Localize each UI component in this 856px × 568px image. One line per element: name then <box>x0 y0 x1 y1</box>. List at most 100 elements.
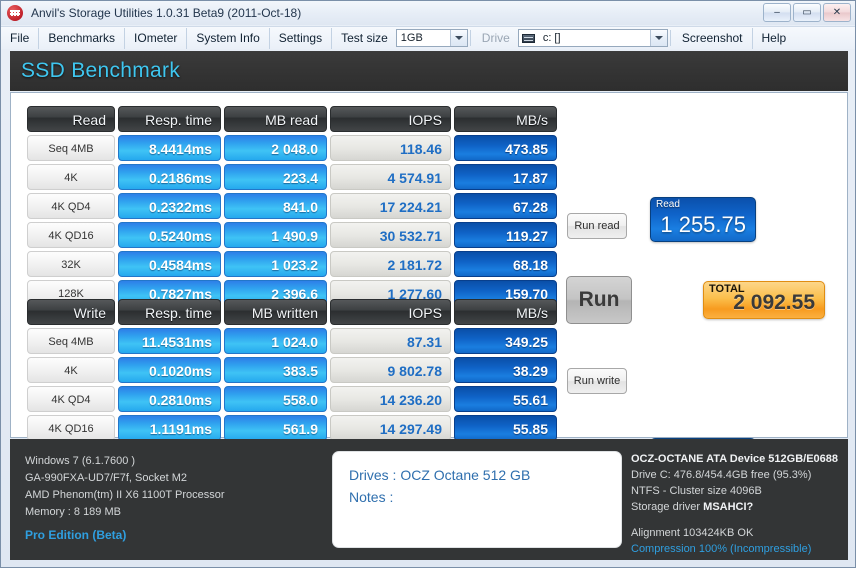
read-score-label: Read <box>656 199 680 210</box>
row-label: 4K <box>27 357 115 383</box>
run-button[interactable]: Run <box>566 276 632 324</box>
cell-iops: 2 181.72 <box>330 251 451 277</box>
read-score-box: Read 1 255.75 <box>650 197 756 242</box>
row-label: 4K QD4 <box>27 193 115 219</box>
drive-driver: Storage driver MSAHCI? <box>631 499 856 515</box>
chevron-down-icon[interactable] <box>649 30 667 46</box>
read-results-table: Read Resp. time MB read IOPS MB/s Seq 4M… <box>27 106 557 309</box>
cell-iops: 87.31 <box>330 328 451 354</box>
system-os: Windows 7 (6.1.7600 ) <box>25 455 136 467</box>
cell-mbs: 38.29 <box>454 357 557 383</box>
system-info: Windows 7 (6.1.7600 ) GA-990FXA-UD7/F7f,… <box>25 453 225 521</box>
notes-box[interactable]: Drives : OCZ Octane 512 GB Notes : <box>332 451 622 548</box>
cell-mbs: 68.18 <box>454 251 557 277</box>
system-board: GA-990FXA-UD7/F7f, Socket M2 <box>25 472 187 484</box>
menu-bar: File Benchmarks IOmeter System Info Sett… <box>1 26 855 49</box>
table-row: Seq 4MB 11.4531ms 1 024.0 87.31 349.25 <box>27 328 557 354</box>
drive-icon <box>521 33 535 43</box>
column-header-mbs: MB/s <box>454 299 557 325</box>
cell-mb-written: 1 024.0 <box>224 328 327 354</box>
row-label: 4K QD16 <box>27 415 115 441</box>
menu-item-settings[interactable]: Settings <box>270 27 333 49</box>
cell-mbs: 349.25 <box>454 328 557 354</box>
close-icon: ✕ <box>832 6 842 18</box>
row-label: 4K QD16 <box>27 222 115 248</box>
table-row: 4K 0.2186ms 223.4 4 574.91 17.87 <box>27 164 557 190</box>
menu-item-iometer[interactable]: IOmeter <box>125 27 188 49</box>
drive-compression: Compression 100% (Incompressible) <box>631 543 812 555</box>
menu-item-file[interactable]: File <box>1 27 40 49</box>
test-size-select[interactable]: 1GB <box>395 29 468 47</box>
cell-mb-written: 558.0 <box>224 386 327 412</box>
menu-item-benchmarks[interactable]: Benchmarks <box>39 27 126 49</box>
title-bar: Anvil's Storage Utilities 1.0.31 Beta9 (… <box>1 1 855 25</box>
table-header-row: Read Resp. time MB read IOPS MB/s <box>27 106 557 132</box>
screenshot-button[interactable]: Screenshot <box>673 27 753 49</box>
row-label: 4K QD4 <box>27 386 115 412</box>
read-score-value: 1 255.75 <box>660 212 746 237</box>
cell-resp-time: 0.1020ms <box>118 357 221 383</box>
run-read-button[interactable]: Run read <box>567 213 627 239</box>
application-window: Anvil's Storage Utilities 1.0.31 Beta9 (… <box>0 0 856 568</box>
column-header-mb-read: MB read <box>224 106 327 132</box>
cell-mb-read: 2 048.0 <box>224 135 327 161</box>
cell-mbs: 55.61 <box>454 386 557 412</box>
cell-resp-time: 0.4584ms <box>118 251 221 277</box>
maximize-button[interactable]: ▭ <box>793 3 821 22</box>
cell-resp-time: 0.2186ms <box>118 164 221 190</box>
table-row: 4K QD4 0.2810ms 558.0 14 236.20 55.61 <box>27 386 557 412</box>
column-header-iops: IOPS <box>330 106 451 132</box>
cell-resp-time: 0.5240ms <box>118 222 221 248</box>
test-size-value: 1GB <box>400 32 423 44</box>
cell-mbs: 17.87 <box>454 164 557 190</box>
write-results-table: Write Resp. time MB written IOPS MB/s Se… <box>27 299 557 444</box>
drive-select[interactable]: c: [] <box>517 29 668 47</box>
driver-label: Storage driver <box>631 501 701 513</box>
cell-resp-time: 1.1191ms <box>118 415 221 441</box>
notes-line: Notes : <box>349 489 394 505</box>
cell-mb-written: 383.5 <box>224 357 327 383</box>
column-header-resp-time: Resp. time <box>118 106 221 132</box>
row-label: Seq 4MB <box>27 328 115 354</box>
total-score-value: 2 092.55 <box>733 291 815 314</box>
column-header-iops: IOPS <box>330 299 451 325</box>
close-button[interactable]: ✕ <box>823 3 851 22</box>
cell-resp-time: 8.4414ms <box>118 135 221 161</box>
cell-iops: 118.46 <box>330 135 451 161</box>
cell-mbs: 55.85 <box>454 415 557 441</box>
edition-label: Pro Edition (Beta) <box>25 528 127 542</box>
column-header-mbs: MB/s <box>454 106 557 132</box>
table-row: 32K 0.4584ms 1 023.2 2 181.72 68.18 <box>27 251 557 277</box>
column-header-read: Read <box>27 106 115 132</box>
drive-model: OCZ-OCTANE ATA Device 512GB/E0688 <box>631 453 839 465</box>
cell-mb-read: 1 023.2 <box>224 251 327 277</box>
cell-iops: 9 802.78 <box>330 357 451 383</box>
toolbar-separator <box>669 30 671 46</box>
window-controls: – ▭ ✕ <box>763 3 851 22</box>
status-footer: Windows 7 (6.1.7600 ) GA-990FXA-UD7/F7f,… <box>10 439 848 560</box>
drive-label: Drive <box>481 31 510 45</box>
drive-filesystem: NTFS - Cluster size 4096B <box>631 485 762 497</box>
drives-line: Drives : OCZ Octane 512 GB <box>349 467 531 483</box>
page-header: SSD Benchmark <box>10 51 848 91</box>
column-header-write: Write <box>27 299 115 325</box>
drive-capacity: Drive C: 476.8/454.4GB free (95.3%) <box>631 469 812 481</box>
cell-mb-written: 561.9 <box>224 415 327 441</box>
page-title: SSD Benchmark <box>21 59 181 82</box>
table-row: Seq 4MB 8.4414ms 2 048.0 118.46 473.85 <box>27 135 557 161</box>
row-label: 4K <box>27 164 115 190</box>
cell-mbs: 473.85 <box>454 135 557 161</box>
drive-info: OCZ-OCTANE ATA Device 512GB/E0688 Drive … <box>631 451 856 557</box>
chevron-down-icon[interactable] <box>449 30 467 46</box>
minimize-button[interactable]: – <box>763 3 791 22</box>
run-write-button[interactable]: Run write <box>567 368 627 394</box>
window-title: Anvil's Storage Utilities 1.0.31 Beta9 (… <box>31 6 302 20</box>
test-size-label: Test size <box>341 31 388 45</box>
table-header-row: Write Resp. time MB written IOPS MB/s <box>27 299 557 325</box>
help-button[interactable]: Help <box>753 28 796 49</box>
cell-mb-read: 841.0 <box>224 193 327 219</box>
cell-mbs: 67.28 <box>454 193 557 219</box>
benchmark-panel: Read Resp. time MB read IOPS MB/s Seq 4M… <box>10 92 848 483</box>
menu-item-system-info[interactable]: System Info <box>187 27 270 49</box>
